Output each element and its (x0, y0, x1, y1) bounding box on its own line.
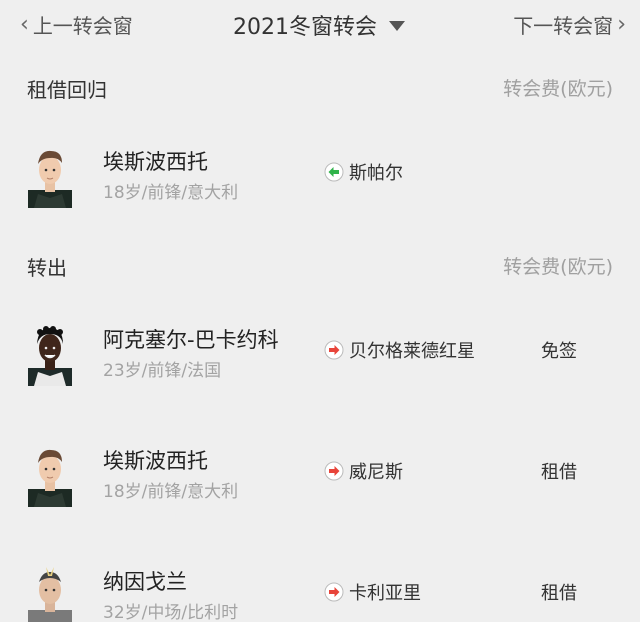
player-meta: 18岁/前锋/意大利 (103, 482, 239, 502)
section-title: 转出 (27, 256, 67, 280)
club-info: 威尼斯 (324, 458, 403, 484)
chevron-left-icon: ‹ (20, 12, 29, 37)
transfer-fee: 租借 (541, 462, 577, 483)
prev-window-label: 上一转会窗 (32, 14, 133, 38)
player-avatar (28, 566, 72, 622)
player-name: 纳因戈兰 (103, 570, 187, 594)
arrow-right-out-icon (324, 461, 344, 481)
transfer-window-nav: ‹ 上一转会窗 2021冬窗转会 下一转会窗 › (0, 0, 640, 50)
transfer-fee: 免签 (541, 341, 577, 362)
player-avatar (28, 324, 72, 386)
player-avatar (28, 146, 72, 208)
player-meta: 23岁/前锋/法国 (103, 361, 222, 381)
club-name: 威尼斯 (349, 462, 403, 483)
arrow-right-out-icon (324, 340, 344, 360)
section-title: 租借回归 (27, 78, 107, 102)
player-name: 埃斯波西托 (103, 150, 208, 174)
player-row[interactable]: 纳因戈兰 32岁/中场/比利时 卡利亚里 租借 (0, 566, 640, 622)
club-info: 斯帕尔 (324, 159, 403, 185)
chevron-right-icon: › (617, 12, 626, 37)
next-window-label: 下一转会窗 (513, 14, 614, 38)
club-info: 卡利亚里 (324, 579, 421, 605)
player-avatar (28, 445, 72, 507)
player-name: 埃斯波西托 (103, 449, 208, 473)
transfer-page: ‹ 上一转会窗 2021冬窗转会 下一转会窗 › 租借回归 转会费(欧元) 埃斯… (0, 0, 640, 622)
window-title: 2021冬窗转会 (233, 15, 377, 40)
fee-column-header: 转会费(欧元) (503, 256, 613, 278)
prev-window-link[interactable]: ‹ 上一转会窗 (20, 10, 133, 39)
window-selector[interactable]: 2021冬窗转会 (233, 9, 405, 41)
section-header-loan-return: 租借回归 转会费(欧元) (0, 68, 640, 108)
player-row[interactable]: 埃斯波西托 18岁/前锋/意大利 威尼斯 租借 (0, 445, 640, 525)
player-meta: 32岁/中场/比利时 (103, 603, 239, 622)
club-name: 斯帕尔 (349, 163, 403, 184)
next-window-link[interactable]: 下一转会窗 › (513, 10, 626, 39)
transfer-fee: 租借 (541, 583, 577, 604)
player-name: 阿克塞尔-巴卡约科 (103, 328, 279, 352)
arrow-left-in-icon (324, 162, 344, 182)
caret-down-icon (389, 21, 405, 31)
club-info: 贝尔格莱德红星 (324, 337, 475, 363)
club-name: 卡利亚里 (349, 583, 421, 604)
arrow-right-out-icon (324, 582, 344, 602)
fee-column-header: 转会费(欧元) (503, 78, 613, 100)
player-meta: 18岁/前锋/意大利 (103, 183, 239, 203)
player-row[interactable]: 阿克塞尔-巴卡约科 23岁/前锋/法国 贝尔格莱德红星 免签 (0, 324, 640, 404)
section-header-out: 转出 转会费(欧元) (0, 246, 640, 286)
player-row[interactable]: 埃斯波西托 18岁/前锋/意大利 斯帕尔 (0, 146, 640, 226)
club-name: 贝尔格莱德红星 (349, 341, 475, 362)
